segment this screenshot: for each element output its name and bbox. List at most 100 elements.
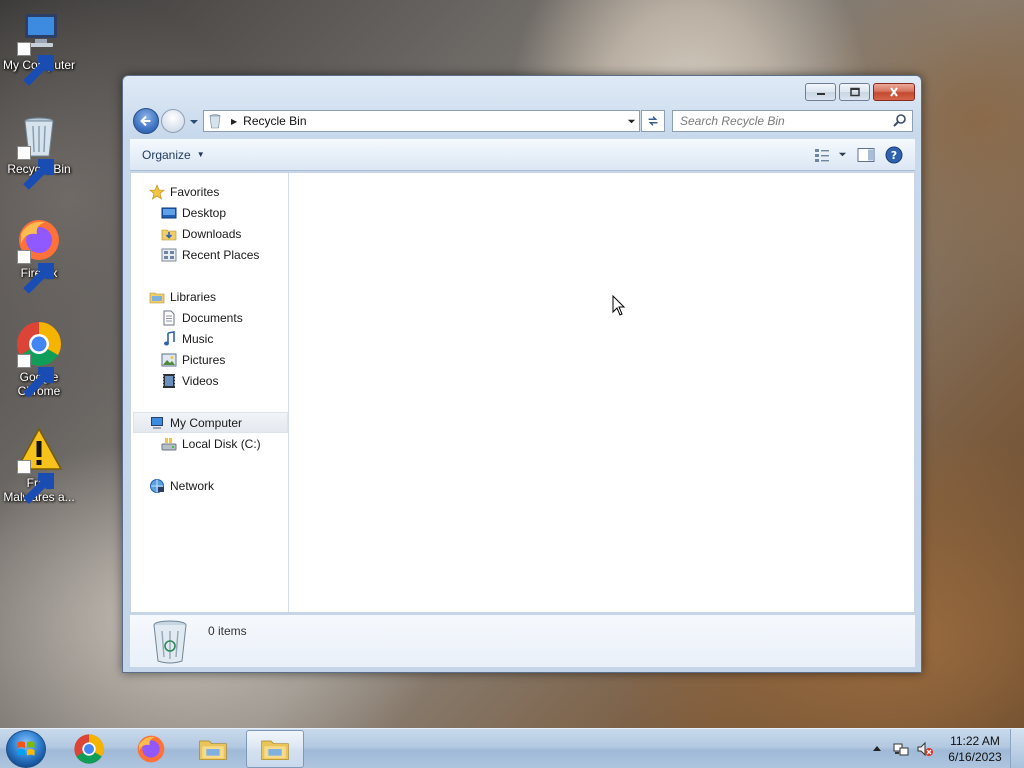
- close-icon: [890, 87, 898, 97]
- nav-item-libraries[interactable]: Libraries: [149, 286, 216, 307]
- close-button[interactable]: [873, 83, 915, 101]
- breadcrumb-separator-icon[interactable]: ▶: [231, 117, 237, 126]
- recycle-bin-small-icon: [209, 114, 221, 129]
- star-icon: [149, 183, 165, 200]
- clock-time: 11:22 AM: [950, 734, 1000, 748]
- minimize-button[interactable]: [805, 83, 836, 101]
- organize-label: Organize: [142, 147, 191, 162]
- clock[interactable]: 11:22 AM 6/16/2023: [940, 733, 1010, 765]
- chevron-down-icon[interactable]: [838, 150, 847, 159]
- system-tray: 11:22 AM 6/16/2023: [868, 729, 1024, 768]
- nav-item-label: Favorites: [170, 184, 220, 199]
- maximize-icon: [849, 87, 860, 97]
- recycle-bin-large-icon: [153, 620, 187, 664]
- minimize-icon: [816, 93, 825, 95]
- search-box[interactable]: [672, 110, 913, 132]
- recent-pages-dropdown-icon[interactable]: [189, 117, 199, 127]
- recycle-bin-icon: [15, 112, 63, 190]
- my-computer-icon: [15, 8, 63, 86]
- shortcut-arrow-icon: [17, 250, 54, 294]
- music-note-icon: [161, 330, 177, 347]
- firefox-icon: [137, 735, 165, 763]
- shortcut-arrow-icon: [17, 146, 54, 190]
- nav-item-recent-places[interactable]: Recent Places: [161, 244, 259, 265]
- chrome-icon: [74, 734, 104, 764]
- search-input[interactable]: [673, 112, 891, 130]
- back-button[interactable]: [133, 108, 159, 134]
- desktop-icon-my-computer[interactable]: My Computer: [0, 8, 78, 86]
- volume-muted-icon[interactable]: [916, 740, 934, 758]
- desktop-icon-firefox[interactable]: Firefox: [0, 216, 78, 294]
- nav-item-music[interactable]: Music: [161, 328, 213, 349]
- chrome-icon: [15, 320, 63, 398]
- refresh-icon: [648, 116, 658, 126]
- nav-item-label: Pictures: [182, 352, 226, 367]
- clock-date: 6/16/2023: [948, 750, 1002, 764]
- view-options-icon: [815, 148, 829, 162]
- nav-item-documents[interactable]: Documents: [161, 307, 243, 328]
- nav-item-network[interactable]: Network: [149, 475, 214, 496]
- nav-item-local-disk-c[interactable]: Local Disk (C:): [161, 433, 261, 454]
- taskbar-chrome-button[interactable]: [60, 730, 118, 768]
- desktop-icon-free-malwares[interactable]: Free Malwares a...: [0, 426, 78, 504]
- start-button[interactable]: [6, 730, 46, 768]
- window-controls: [805, 83, 915, 101]
- file-list-area[interactable]: [290, 173, 914, 612]
- nav-item-downloads[interactable]: Downloads: [161, 223, 241, 244]
- search-icon[interactable]: [891, 112, 909, 130]
- change-view-button[interactable]: [814, 147, 847, 163]
- nav-item-label: Videos: [182, 373, 219, 388]
- nav-item-desktop[interactable]: Desktop: [161, 202, 226, 223]
- show-hidden-icons-icon[interactable]: [868, 740, 886, 758]
- my-computer-icon: [149, 415, 165, 431]
- desktop-icon-recycle-bin[interactable]: Recycle Bin: [0, 112, 78, 190]
- nav-item-label: Downloads: [182, 226, 242, 241]
- firefox-icon: [15, 216, 63, 294]
- pictures-icon: [161, 352, 177, 368]
- shortcut-arrow-icon: [17, 460, 54, 504]
- recent-places-icon: [161, 247, 177, 263]
- network-status-icon[interactable]: [892, 740, 910, 758]
- desktop-icon-google-chrome[interactable]: Google Chrome: [0, 320, 78, 398]
- nav-item-favorites[interactable]: Favorites: [149, 181, 219, 202]
- shortcut-arrow-icon: [17, 42, 54, 86]
- taskbar-firefox-button[interactable]: [122, 730, 180, 768]
- forward-button[interactable]: [161, 109, 185, 133]
- toolbar-right-group: ?: [814, 146, 903, 164]
- address-dropdown-button[interactable]: [623, 111, 639, 131]
- nav-item-my-computer[interactable]: My Computer: [133, 412, 288, 433]
- address-bar[interactable]: ▶ Recycle Bin: [203, 110, 640, 132]
- help-icon[interactable]: ?: [885, 146, 903, 164]
- nav-item-videos[interactable]: Videos: [161, 370, 218, 391]
- refresh-button[interactable]: [641, 110, 665, 132]
- preview-pane-icon[interactable]: [857, 147, 875, 163]
- mouse-cursor-icon: [612, 295, 626, 316]
- taskbar-explorer-button[interactable]: [184, 730, 242, 768]
- recycle-bin-window: ▶ Recycle Bin Organize ▼ ?: [122, 75, 922, 673]
- maximize-button[interactable]: [839, 83, 870, 101]
- nav-item-label: Local Disk (C:): [182, 436, 261, 451]
- explorer-icon: [261, 740, 289, 760]
- windows-logo-icon: [17, 741, 35, 756]
- libraries-icon: [149, 289, 165, 305]
- nav-item-label: Recent Places: [182, 247, 260, 262]
- nav-item-pictures[interactable]: Pictures: [161, 349, 225, 370]
- address-path[interactable]: Recycle Bin: [243, 114, 306, 128]
- content-area: Favorites Desktop Downloads Recent Place…: [130, 172, 915, 613]
- warning-icon: [15, 426, 63, 504]
- item-count: 0 items: [208, 624, 247, 638]
- nav-item-label: Documents: [182, 310, 243, 325]
- documents-icon: [161, 310, 177, 326]
- organize-button[interactable]: Organize ▼: [142, 148, 205, 162]
- taskbar: 11:22 AM 6/16/2023: [0, 728, 1024, 768]
- nav-item-label: My Computer: [170, 415, 243, 430]
- downloads-folder-icon: [161, 226, 177, 242]
- network-icon: [149, 478, 165, 494]
- nav-item-label: Network: [170, 478, 215, 493]
- nav-item-label: Libraries: [170, 289, 217, 304]
- navigation-pane: Favorites Desktop Downloads Recent Place…: [131, 173, 289, 612]
- local-disk-icon: [161, 436, 177, 452]
- nav-item-label: Music: [182, 331, 214, 346]
- show-desktop-button[interactable]: [1010, 729, 1024, 768]
- taskbar-explorer-active-button[interactable]: [246, 730, 304, 768]
